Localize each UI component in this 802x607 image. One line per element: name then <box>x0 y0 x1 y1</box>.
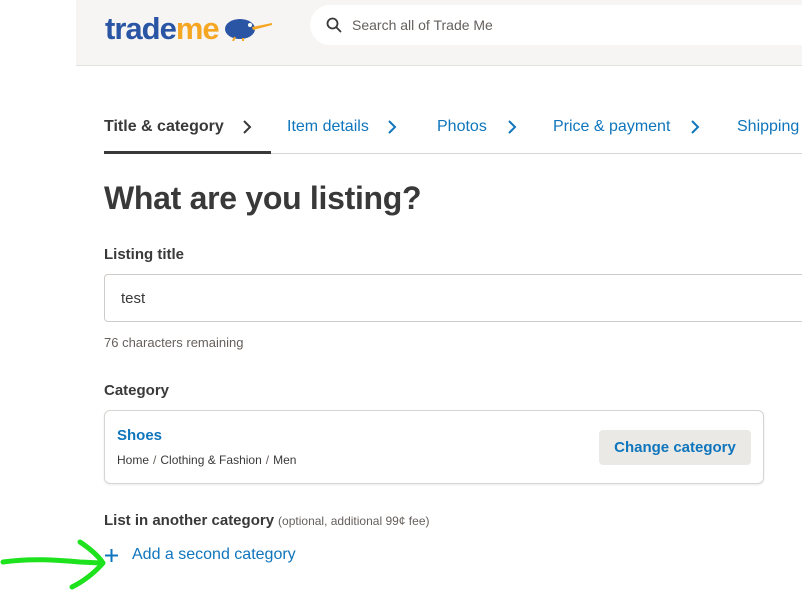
category-name: Shoes <box>117 427 163 444</box>
listing-steps-nav: Title & category Item details Photos Pri… <box>104 108 802 154</box>
trademe-logo[interactable]: trademe <box>105 10 273 46</box>
category-label: Category <box>104 382 170 399</box>
search-input[interactable]: Search all of Trade Me <box>352 17 493 33</box>
another-category-label: List in another category (optional, addit… <box>104 512 430 529</box>
listing-title-input[interactable] <box>104 274 802 322</box>
step-label: Shipping <box>737 118 800 135</box>
optional-fee-note: (optional, additional 99¢ fee) <box>278 514 430 528</box>
step-label: Title & category <box>104 118 224 135</box>
site-header: trademe Search all of Trade Me <box>76 0 802 66</box>
logo-text-trade: trade <box>105 10 177 46</box>
listing-title-label: Listing title <box>104 246 184 263</box>
chevron-right-icon <box>690 119 700 135</box>
chevron-right-icon <box>387 119 397 135</box>
breadcrumb-item: Home <box>117 453 150 467</box>
step-price-payment[interactable]: Price & payment <box>553 118 700 136</box>
category-breadcrumb: Home / Clothing & Fashion / Men <box>117 453 297 467</box>
another-category-label-text: List in another category <box>104 512 275 529</box>
step-title-category[interactable]: Title & category <box>104 118 252 136</box>
search-bar[interactable]: Search all of Trade Me <box>310 5 802 45</box>
page-title: What are you listing? <box>104 180 422 216</box>
logo-text-me: me <box>175 10 220 46</box>
change-category-button[interactable]: Change category <box>599 430 751 465</box>
step-item-details[interactable]: Item details <box>287 118 397 136</box>
add-second-category-label: Add a second category <box>132 546 296 563</box>
step-label: Item details <box>287 118 369 135</box>
kiwi-icon <box>224 19 272 41</box>
annotation-arrow-icon <box>0 539 106 590</box>
breadcrumb-item: Clothing & Fashion <box>160 453 262 467</box>
chevron-right-icon <box>242 119 252 135</box>
active-step-indicator <box>104 151 271 154</box>
characters-remaining: 76 characters remaining <box>104 335 244 350</box>
step-photos[interactable]: Photos <box>437 118 517 136</box>
breadcrumb-item: Men <box>273 453 297 467</box>
add-second-category-link[interactable]: Add a second category <box>104 546 296 564</box>
step-label: Price & payment <box>553 118 671 135</box>
search-icon <box>326 17 342 33</box>
step-shipping[interactable]: Shipping <box>737 118 799 136</box>
category-card: Shoes Home / Clothing & Fashion / Men Ch… <box>104 410 764 484</box>
step-label: Photos <box>437 118 487 135</box>
chevron-right-icon <box>507 119 517 135</box>
page: trademe Search all of Trade Me Title & c… <box>0 0 802 607</box>
